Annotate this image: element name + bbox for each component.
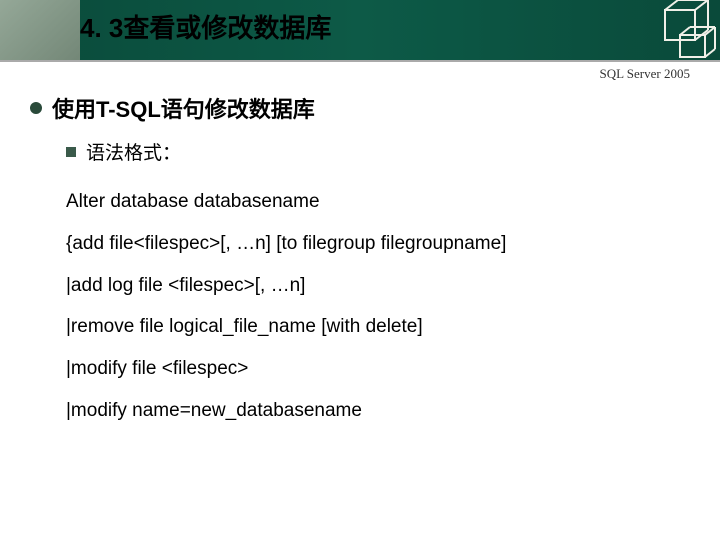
code-line-4: |remove file logical_file_name [with del… [66,306,690,348]
header-subtitle: SQL Server 2005 [0,62,720,92]
bullet-level-1: 使用T-SQL语句修改数据库 [30,92,690,124]
header-bg-image [0,0,80,60]
code-line-5: |modify file <filespec> [66,348,690,390]
slide-title: 4. 3查看或修改数据库 [80,8,331,45]
bullet-square-icon [66,147,76,157]
code-line-3: |add log file <filespec>[, …n] [66,265,690,307]
bullet-level-2: 语法格式： [66,138,690,165]
code-line-1: Alter database databasename [66,181,690,223]
bullet-circle-icon [30,102,42,114]
code-line-2: {add file<filespec>[, …n] [to filegroup … [66,223,690,265]
bullet-1-text: 使用T-SQL语句修改数据库 [52,92,315,124]
slide-content: 使用T-SQL语句修改数据库 语法格式： Alter database data… [0,92,720,432]
code-line-6: |modify name=new_databasename [66,390,690,432]
header-cube-graphic [630,0,720,60]
subbullet-1-text: 语法格式： [86,138,181,165]
slide-header: 4. 3查看或修改数据库 [0,0,720,62]
